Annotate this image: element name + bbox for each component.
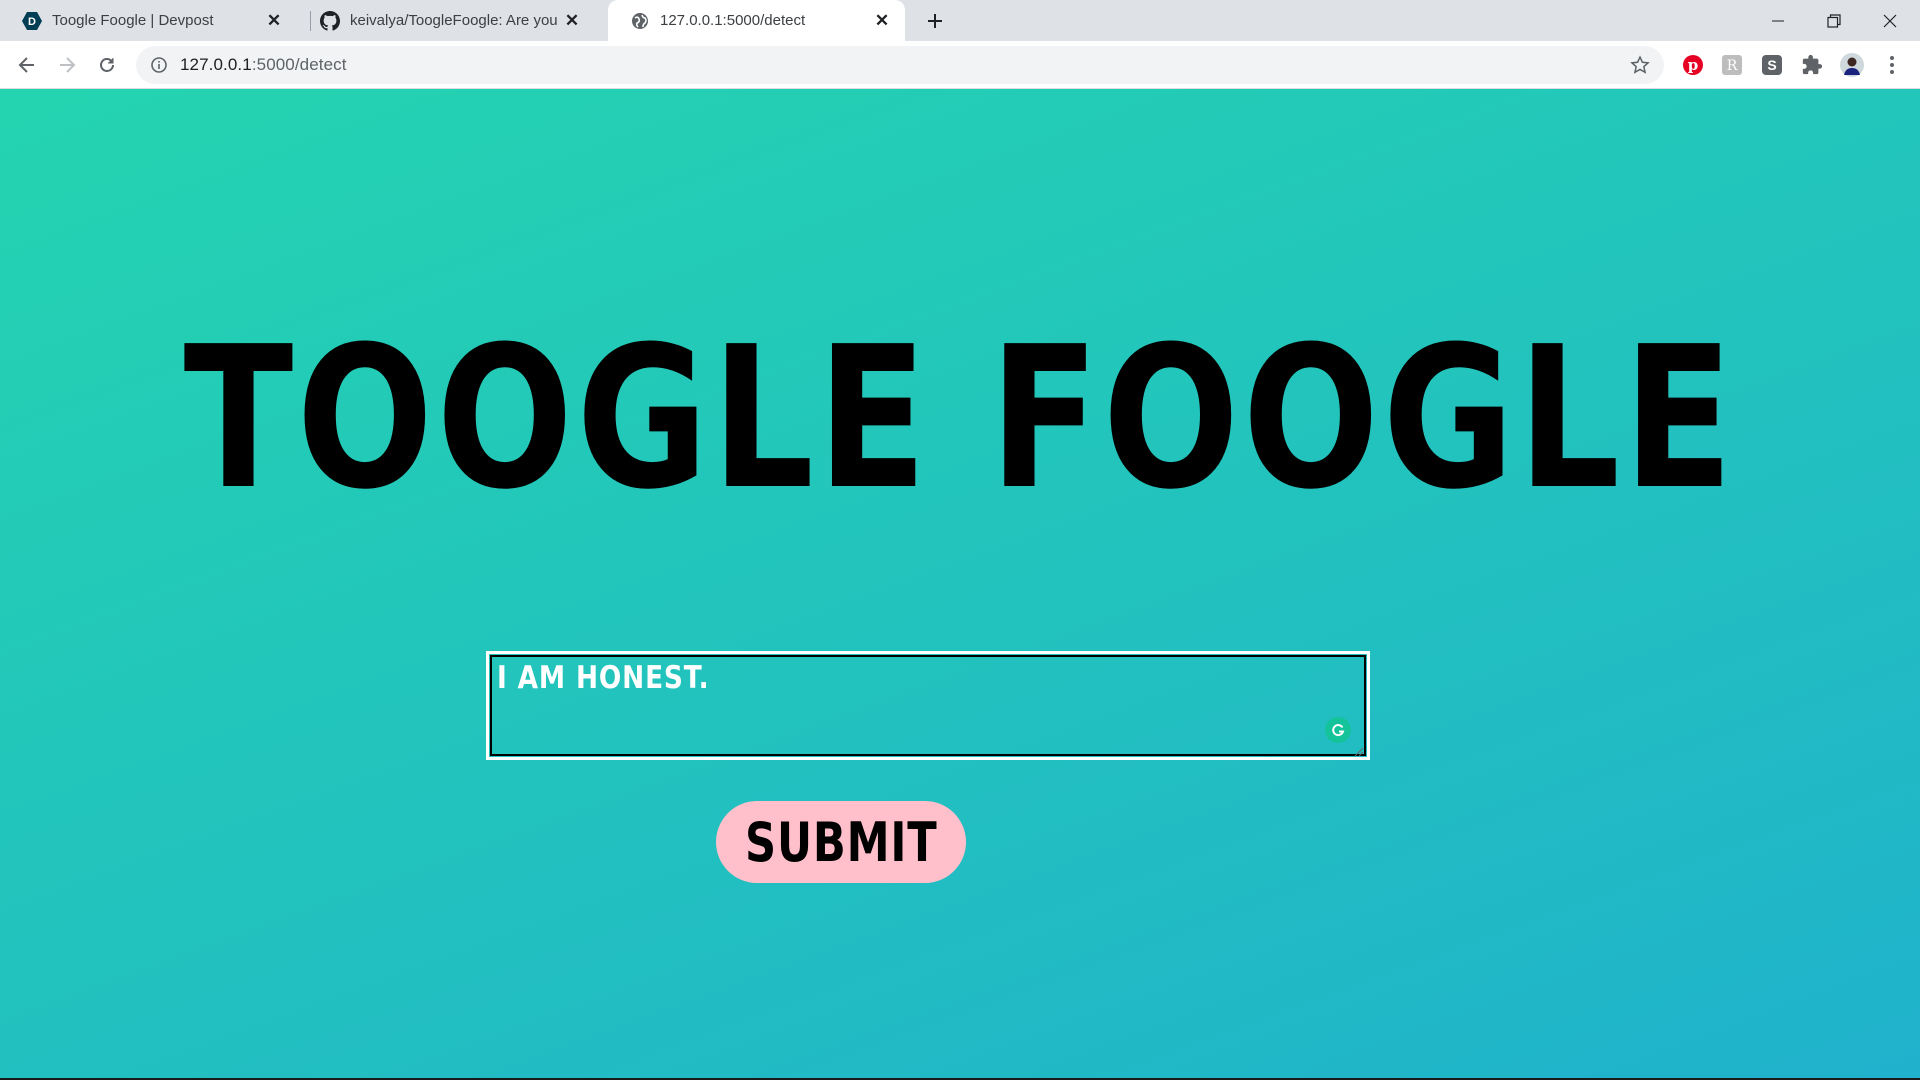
resize-handle-icon[interactable]	[1354, 744, 1364, 757]
forward-button[interactable]	[52, 50, 82, 80]
bookmark-star-icon[interactable]	[1630, 55, 1650, 75]
new-tab-button[interactable]	[922, 8, 948, 34]
minimize-button[interactable]	[1750, 0, 1806, 41]
extension-s-icon[interactable]: S	[1759, 52, 1785, 78]
browser-tab-strip: D Toogle Foogle | Devpost ✕ keivalya/Too…	[0, 0, 1920, 41]
svg-text:S: S	[1767, 57, 1776, 73]
statement-input[interactable]: I AM HONEST.	[486, 651, 1370, 760]
close-window-button[interactable]	[1862, 0, 1918, 41]
menu-kebab-icon[interactable]	[1879, 52, 1905, 78]
address-bar[interactable]: 127.0.0.1:5000/detect	[136, 46, 1664, 84]
svg-text:D: D	[28, 16, 36, 28]
tab-github[interactable]: keivalya/ToogleFoogle: Are you h ✕	[298, 0, 595, 41]
grammarly-icon[interactable]	[1325, 717, 1351, 743]
restore-button[interactable]	[1806, 0, 1862, 41]
close-icon[interactable]: ✕	[263, 10, 285, 32]
devpost-icon: D	[22, 11, 42, 31]
tab-title: keivalya/ToogleFoogle: Are you h	[350, 12, 561, 29]
svg-text:R: R	[1727, 58, 1738, 74]
close-icon[interactable]: ✕	[871, 10, 893, 32]
profile-avatar[interactable]	[1839, 52, 1865, 78]
tab-devpost[interactable]: D Toogle Foogle | Devpost ✕	[0, 0, 297, 41]
browser-toolbar: 127.0.0.1:5000/detect p R S	[0, 41, 1920, 89]
puzzle-icon[interactable]	[1799, 52, 1825, 78]
url-host: 127.0.0.1	[180, 55, 252, 74]
info-icon[interactable]	[150, 56, 168, 74]
url-path: :5000/detect	[251, 55, 347, 74]
url-text[interactable]: 127.0.0.1:5000/detect	[180, 55, 347, 75]
page-content: TOOGLE FOOGLE I AM HONEST. SUBMIT	[0, 89, 1920, 1080]
back-button[interactable]	[12, 50, 42, 80]
plus-icon	[928, 14, 942, 28]
arrow-left-icon	[18, 57, 34, 73]
reload-button[interactable]	[92, 50, 122, 80]
arrow-right-icon	[60, 57, 76, 73]
close-icon	[1883, 14, 1897, 27]
svg-text:p: p	[1688, 56, 1699, 74]
github-icon	[320, 10, 340, 31]
tab-detect[interactable]: 127.0.0.1:5000/detect ✕	[608, 0, 905, 41]
globe-icon	[630, 11, 650, 31]
submit-label: SUBMIT	[744, 810, 938, 874]
input-value: I AM HONEST.	[497, 660, 710, 696]
close-icon[interactable]: ✕	[561, 10, 583, 32]
tab-title: 127.0.0.1:5000/detect	[660, 12, 806, 29]
extension-r-icon[interactable]: R	[1719, 52, 1745, 78]
reload-icon	[100, 58, 114, 72]
tab-title: Toogle Foogle | Devpost	[52, 12, 214, 29]
page-title: TOOGLE FOOGLE	[183, 305, 1737, 533]
minimize-icon	[1772, 20, 1784, 21]
submit-button[interactable]: SUBMIT	[716, 801, 966, 883]
restore-icon	[1827, 13, 1841, 28]
pinterest-icon[interactable]: p	[1680, 52, 1706, 78]
